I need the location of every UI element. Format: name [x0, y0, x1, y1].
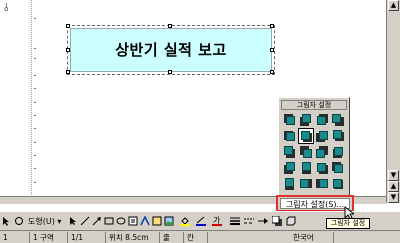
font-color-icon[interactable]: 가	[212, 216, 222, 226]
status-page: 1	[0, 232, 30, 243]
resize-handle-ml[interactable]	[66, 48, 70, 52]
shadow-style-8[interactable]	[331, 129, 345, 143]
shadow-style-10[interactable]	[299, 145, 313, 159]
textbox-text: 상반기 실적 보고	[115, 41, 227, 59]
line-color-icon[interactable]	[196, 216, 206, 226]
shadow-style-11[interactable]	[315, 145, 329, 159]
resize-handle-br[interactable]	[270, 70, 274, 74]
tooltip: 그림자 설정	[326, 218, 370, 229]
clipart-icon[interactable]	[152, 216, 162, 226]
resize-handle-tl[interactable]	[66, 24, 70, 28]
shadow-palette: 그림자 설정	[278, 97, 350, 200]
shapes-menu[interactable]: 도형(U) ▾	[28, 215, 61, 228]
resize-handle-bm[interactable]	[168, 70, 172, 74]
status-column: 칸	[184, 232, 208, 243]
shadow-style-16[interactable]	[331, 161, 345, 175]
arrow-icon[interactable]	[92, 216, 102, 226]
line-icon[interactable]	[80, 216, 90, 226]
selected-textbox[interactable]: 상반기 실적 보고	[66, 24, 275, 75]
status-bar: 1 1 구역 1/1 위치 8.5cm 줄 칸 한국어	[0, 230, 400, 243]
scroll-down-arrow-icon[interactable]: ▼	[388, 170, 399, 181]
resize-handle-tm[interactable]	[168, 24, 172, 28]
shadow-style-13[interactable]	[283, 161, 297, 175]
shadow-style-1[interactable]	[283, 113, 297, 127]
shadow-style-12[interactable]	[331, 145, 345, 159]
shadow-style-15[interactable]	[315, 161, 329, 175]
shadow-settings-label: 그림자 설정(S)...	[280, 198, 350, 209]
textbox-icon[interactable]	[128, 216, 138, 226]
shadow-style-20[interactable]	[331, 177, 345, 191]
line-style-icon[interactable]	[230, 216, 240, 226]
status-language: 한국어	[290, 232, 334, 243]
prev-page-icon[interactable]: ▲	[388, 181, 399, 192]
shadow-style-19[interactable]	[315, 177, 329, 191]
resize-handle-mr[interactable]	[270, 48, 274, 52]
select-pointer-icon[interactable]	[2, 216, 12, 226]
rectangle-icon[interactable]	[104, 216, 114, 226]
shadow-style-grid	[283, 113, 347, 193]
picture-icon[interactable]	[164, 216, 174, 226]
line-markers	[34, 0, 38, 203]
shadow-settings-button[interactable]: 그림자 설정(S)...	[276, 195, 354, 212]
status-line: 줄	[160, 232, 184, 243]
resize-handle-bl[interactable]	[66, 70, 70, 74]
next-page-icon[interactable]: ▼	[388, 192, 399, 203]
rotate-icon[interactable]	[14, 216, 24, 226]
shadow-style-2[interactable]	[299, 113, 313, 127]
shadow-style-7[interactable]	[315, 129, 329, 143]
shadow-style-14[interactable]	[299, 161, 313, 175]
pointer-icon[interactable]	[68, 216, 78, 226]
fill-color-icon[interactable]	[180, 216, 190, 226]
shadow-style-icon[interactable]	[271, 215, 282, 226]
dash-style-icon[interactable]	[244, 216, 254, 226]
margin-line	[31, 0, 33, 203]
svg-text:가: 가	[213, 216, 221, 225]
wordart-icon[interactable]	[140, 215, 150, 226]
shadow-style-4[interactable]	[331, 113, 345, 127]
arrow-style-icon[interactable]	[258, 216, 268, 226]
shadow-style-6[interactable]	[298, 128, 314, 144]
shadow-style-3[interactable]	[315, 113, 329, 127]
status-position: 위치 8.5cm	[106, 232, 160, 243]
status-pages: 1/1	[68, 232, 106, 243]
shadow-style-18[interactable]	[299, 177, 313, 191]
shadow-style-9[interactable]	[283, 145, 297, 159]
shadow-style-17[interactable]	[283, 177, 297, 191]
shadow-style-5[interactable]	[283, 129, 297, 143]
vertical-scrollbar[interactable]: ▲ ▼ ▲ ▼	[386, 0, 400, 203]
status-section: 1 구역	[30, 232, 68, 243]
palette-title[interactable]: 그림자 설정	[281, 100, 347, 110]
anchor-icon: ⫰	[4, 1, 9, 14]
resize-handle-tr[interactable]	[270, 24, 274, 28]
3d-style-icon[interactable]	[286, 216, 296, 226]
oval-icon[interactable]	[116, 216, 126, 226]
scroll-up-arrow-icon[interactable]: ▲	[388, 0, 399, 11]
